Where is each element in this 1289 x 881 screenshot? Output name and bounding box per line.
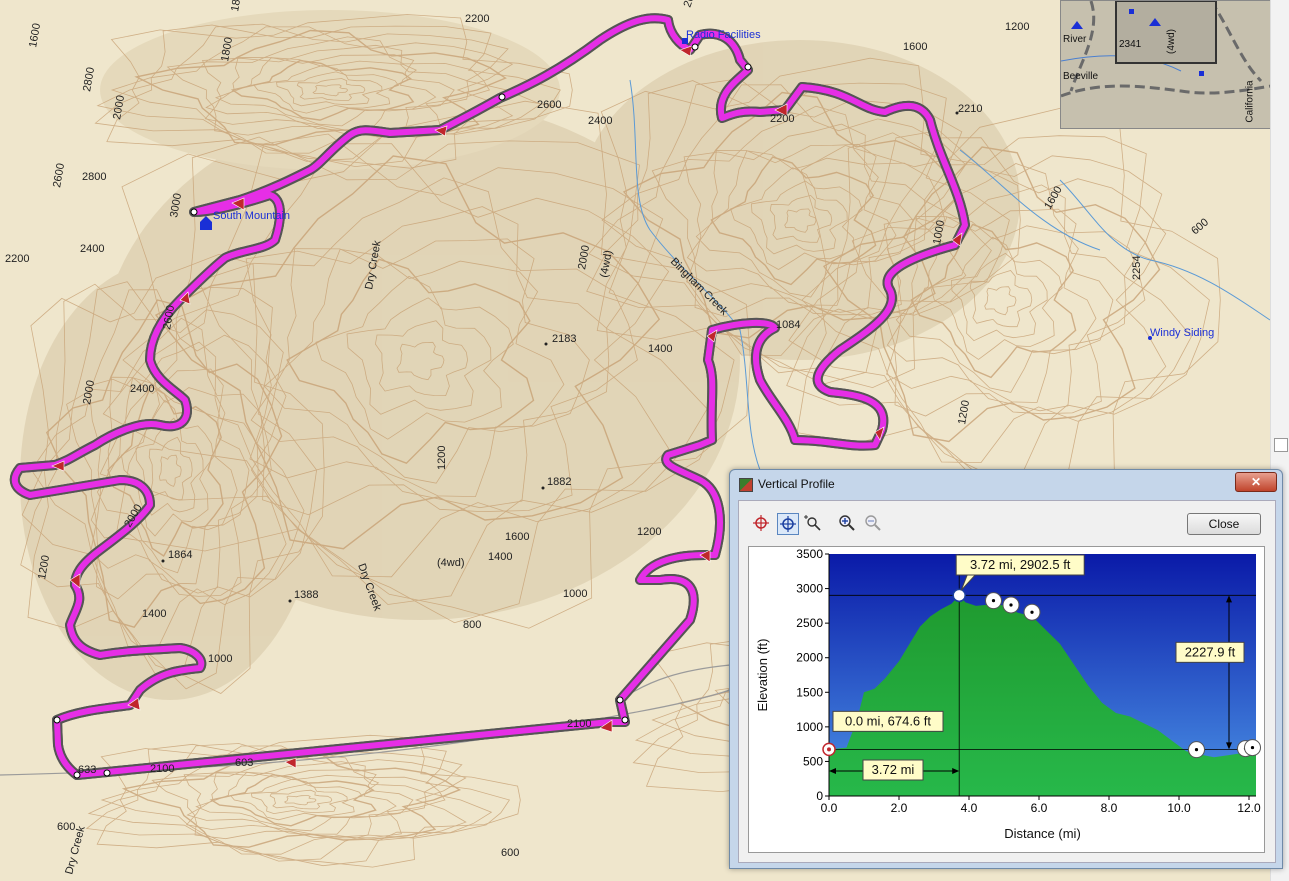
window-title: Vertical Profile (758, 477, 835, 491)
y-axis-label: Elevation (ft) (755, 639, 770, 712)
elevation-label: 1400 (142, 608, 166, 620)
elevation-label: 800 (463, 619, 481, 631)
elevation-label: 600 (57, 821, 75, 833)
elevation-delta-callout: 2227.9 ft (1185, 644, 1236, 659)
inset-4wd-label: (4wd) (1166, 28, 1178, 55)
pan-icon[interactable] (751, 513, 771, 533)
select-point-icon[interactable] (777, 513, 799, 535)
elevation-label: 2183 (552, 333, 576, 345)
inset-beeville-label: Beeville (1063, 71, 1099, 82)
y-tick-label: 1000 (796, 720, 823, 734)
elevation-label: 2254 (1131, 256, 1143, 280)
zoom-box-icon[interactable] (803, 513, 823, 533)
elevation-profile-chart[interactable]: 0.0 2.0 4.0 6.0 8.0 10.0 12.0 0 500 1000 1500 2000… (749, 547, 1264, 852)
elevation-label: 2600 (537, 99, 561, 111)
x-tick-label: 6.0 (1031, 801, 1048, 815)
x-tick-label: 0.0 (821, 801, 838, 815)
place-radio-facilities: Radio Facilities (686, 29, 761, 41)
elevation-label: 2210 (958, 103, 982, 115)
elevation-label: 2100 (150, 763, 174, 775)
y-tick-label: 3000 (796, 582, 823, 596)
elevation-label: 1200 (436, 446, 448, 470)
elevation-label: 1084 (776, 319, 800, 331)
start-marker-dot (827, 747, 831, 752)
elevation-label: 1388 (294, 589, 318, 601)
elevation-label: 1000 (563, 588, 587, 600)
x-tick-label: 4.0 (961, 801, 978, 815)
x-tick-label: 8.0 (1101, 801, 1118, 815)
inset-river-label: River (1063, 34, 1087, 45)
waypoint-marker-dot (991, 599, 996, 603)
profile-app-icon (739, 478, 753, 492)
elevation-label: 1400 (488, 551, 512, 563)
elevation-label: 2800 (82, 171, 106, 183)
elevation-label: 2400 (588, 115, 612, 127)
waypoint-marker-dot (1250, 745, 1255, 750)
elevation-label: 1200 (637, 526, 661, 538)
x-tick-label: 2.0 (891, 801, 908, 815)
start-callout: 0.0 mi, 674.6 ft (845, 713, 931, 728)
place-south-mountain: South Mountain (213, 210, 290, 222)
overview-inset-map[interactable]: River Beeville 2341 (4wd) California (1060, 0, 1272, 129)
window-titlebar[interactable]: Vertical Profile ✕ (730, 470, 1282, 498)
y-tick-label: 0 (816, 789, 823, 803)
x-tick-label: 12.0 (1237, 801, 1261, 815)
elevation-label: 1864 (168, 549, 192, 561)
scrollbar-thumb[interactable] (1274, 438, 1288, 452)
inset-road-label: 2341 (1119, 39, 1142, 50)
elevation-label: 2200 (770, 113, 794, 125)
y-tick-label: 3500 (796, 547, 823, 561)
place-windy-siding: Windy Siding (1150, 327, 1214, 339)
elevation-label: 600 (501, 847, 519, 859)
inset-california-label: California (1244, 80, 1256, 123)
elevation-label: 1000 (208, 653, 232, 665)
elevation-label: 1600 (505, 531, 529, 543)
zoom-out-icon[interactable] (863, 513, 883, 533)
window-close-button[interactable]: ✕ (1235, 472, 1277, 492)
elevation-label: (4wd) (437, 557, 465, 569)
y-tick-label: 1500 (796, 685, 823, 699)
elevation-chart-frame: 0.0 2.0 4.0 6.0 8.0 10.0 12.0 0 500 1000 1500 2000… (748, 546, 1265, 853)
close-button[interactable]: Close (1187, 513, 1261, 535)
elevation-label: 633 (78, 764, 96, 776)
x-axis-label: Distance (mi) (1004, 826, 1081, 841)
elevation-label: 2200 (465, 13, 489, 25)
elevation-label: 603 (235, 757, 253, 769)
waypoint-marker-dot (1194, 748, 1199, 752)
elevation-label: 2400 (130, 383, 154, 395)
x-tick-label: 10.0 (1167, 801, 1191, 815)
distance-delta-callout: 3.72 mi (872, 762, 915, 777)
waypoint-marker-dot (1009, 603, 1013, 607)
elevation-label: 2200 (5, 253, 29, 265)
y-tick-label: 500 (803, 754, 823, 768)
waypoint-marker-dot (1030, 610, 1034, 614)
peak-callout: 3.72 mi, 2902.5 ft (970, 557, 1071, 572)
vertical-profile-window[interactable]: Vertical Profile ✕ Close 0.0 2.0 4.0 6.0… (729, 469, 1283, 869)
profile-panel: Close 0.0 2.0 4.0 6.0 8.0 10.0 12.0 0 50… (738, 500, 1276, 863)
y-tick-label: 2000 (796, 651, 823, 665)
zoom-in-icon[interactable] (837, 513, 857, 533)
peak-marker[interactable] (952, 588, 966, 603)
inset-terrain (1061, 1, 1271, 128)
elevation-label: 1200 (1005, 21, 1029, 33)
elevation-label: 2100 (567, 718, 591, 730)
elevation-label: 1882 (547, 476, 571, 488)
y-tick-label: 2500 (796, 616, 823, 630)
elevation-label: 1600 (903, 41, 927, 53)
elevation-label: 1400 (648, 343, 672, 355)
elevation-label: 2400 (80, 243, 104, 255)
